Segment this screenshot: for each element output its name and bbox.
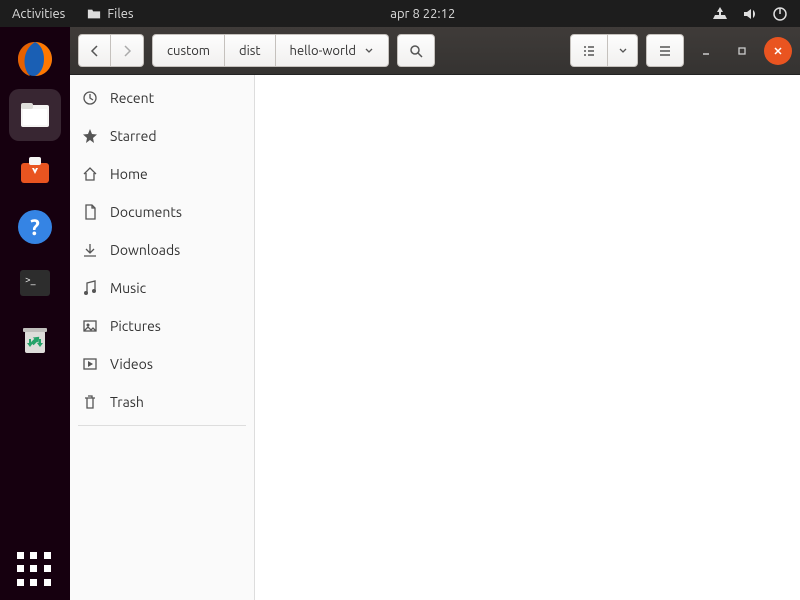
sidebar-label: Music [110,280,146,296]
sidebar-item[interactable]: Documents [70,193,254,231]
sidebar-label: Home [110,166,148,182]
sidebar-label: Starred [110,128,157,144]
minimize-icon [700,45,712,57]
sidebar-label: Trash [110,394,144,410]
list-icon [582,44,596,58]
sidebar-item[interactable]: Videos [70,345,254,383]
show-applications[interactable] [17,552,53,588]
sidebar-label: Recent [110,90,154,106]
dock-firefox[interactable] [9,33,61,85]
chevron-down-icon [364,46,374,56]
sidebar-item[interactable]: Recent [70,79,254,117]
chevron-right-icon [121,45,133,57]
dock-help[interactable]: ? [9,201,61,253]
video-icon [82,356,98,372]
view-icon-button[interactable] [570,34,608,67]
chevron-down-icon [618,46,628,56]
dock: ? >_ [0,27,70,600]
dock-terminal[interactable]: >_ [9,257,61,309]
clock-icon [82,90,98,106]
close-icon [772,45,784,57]
back-button[interactable] [78,34,111,67]
activities-button[interactable]: Activities [12,7,65,21]
path-segment[interactable]: dist [225,34,276,67]
view-dropdown-button[interactable] [608,34,638,67]
sidebar-item[interactable]: Starred [70,117,254,155]
dock-trash[interactable] [9,313,61,365]
search-button[interactable] [397,34,435,67]
hamburger-menu[interactable] [646,34,684,67]
sidebar-label: Pictures [110,318,161,334]
current-app[interactable]: Files [87,7,133,21]
maximize-icon [736,45,748,57]
sidebar-item[interactable]: Pictures [70,307,254,345]
header-bar: custom dist hello-world [70,27,800,75]
sidebar-item[interactable]: Music [70,269,254,307]
top-bar: Activities Files apr 8 22:12 [0,0,800,27]
close-button[interactable] [764,37,792,65]
doc-icon [82,204,98,220]
clock[interactable]: apr 8 22:12 [134,7,712,21]
minimize-button[interactable] [692,37,720,65]
sidebar-label: Documents [110,204,182,220]
sidebar-label: Downloads [110,242,180,258]
trash-icon [82,394,98,410]
sidebar-label: Videos [110,356,153,372]
dock-software[interactable] [9,145,61,197]
file-view[interactable] [255,75,800,600]
sidebar: Recent Starred Home Documents Downloads Music… [70,75,255,600]
sidebar-item[interactable]: Home [70,155,254,193]
path-bar: custom dist hello-world [152,34,389,67]
star-icon [82,128,98,144]
path-segment[interactable]: custom [152,34,225,67]
music-icon [82,280,98,296]
folder-icon [87,7,101,21]
home-icon [82,166,98,182]
volume-icon[interactable] [742,6,758,22]
svg-text:?: ? [30,215,40,240]
dock-files[interactable] [9,89,61,141]
pic-icon [82,318,98,334]
sidebar-item[interactable]: Trash [70,383,254,421]
path-segment[interactable]: hello-world [276,34,389,67]
forward-button[interactable] [111,34,144,67]
chevron-left-icon [89,45,101,57]
network-icon[interactable] [712,6,728,22]
menu-icon [658,44,672,58]
svg-text:>_: >_ [25,274,36,285]
search-icon [409,44,423,58]
power-icon[interactable] [772,6,788,22]
maximize-button[interactable] [728,37,756,65]
down-icon [82,242,98,258]
files-window: custom dist hello-world Recent Starred Hom… [70,27,800,600]
sidebar-item[interactable]: Downloads [70,231,254,269]
